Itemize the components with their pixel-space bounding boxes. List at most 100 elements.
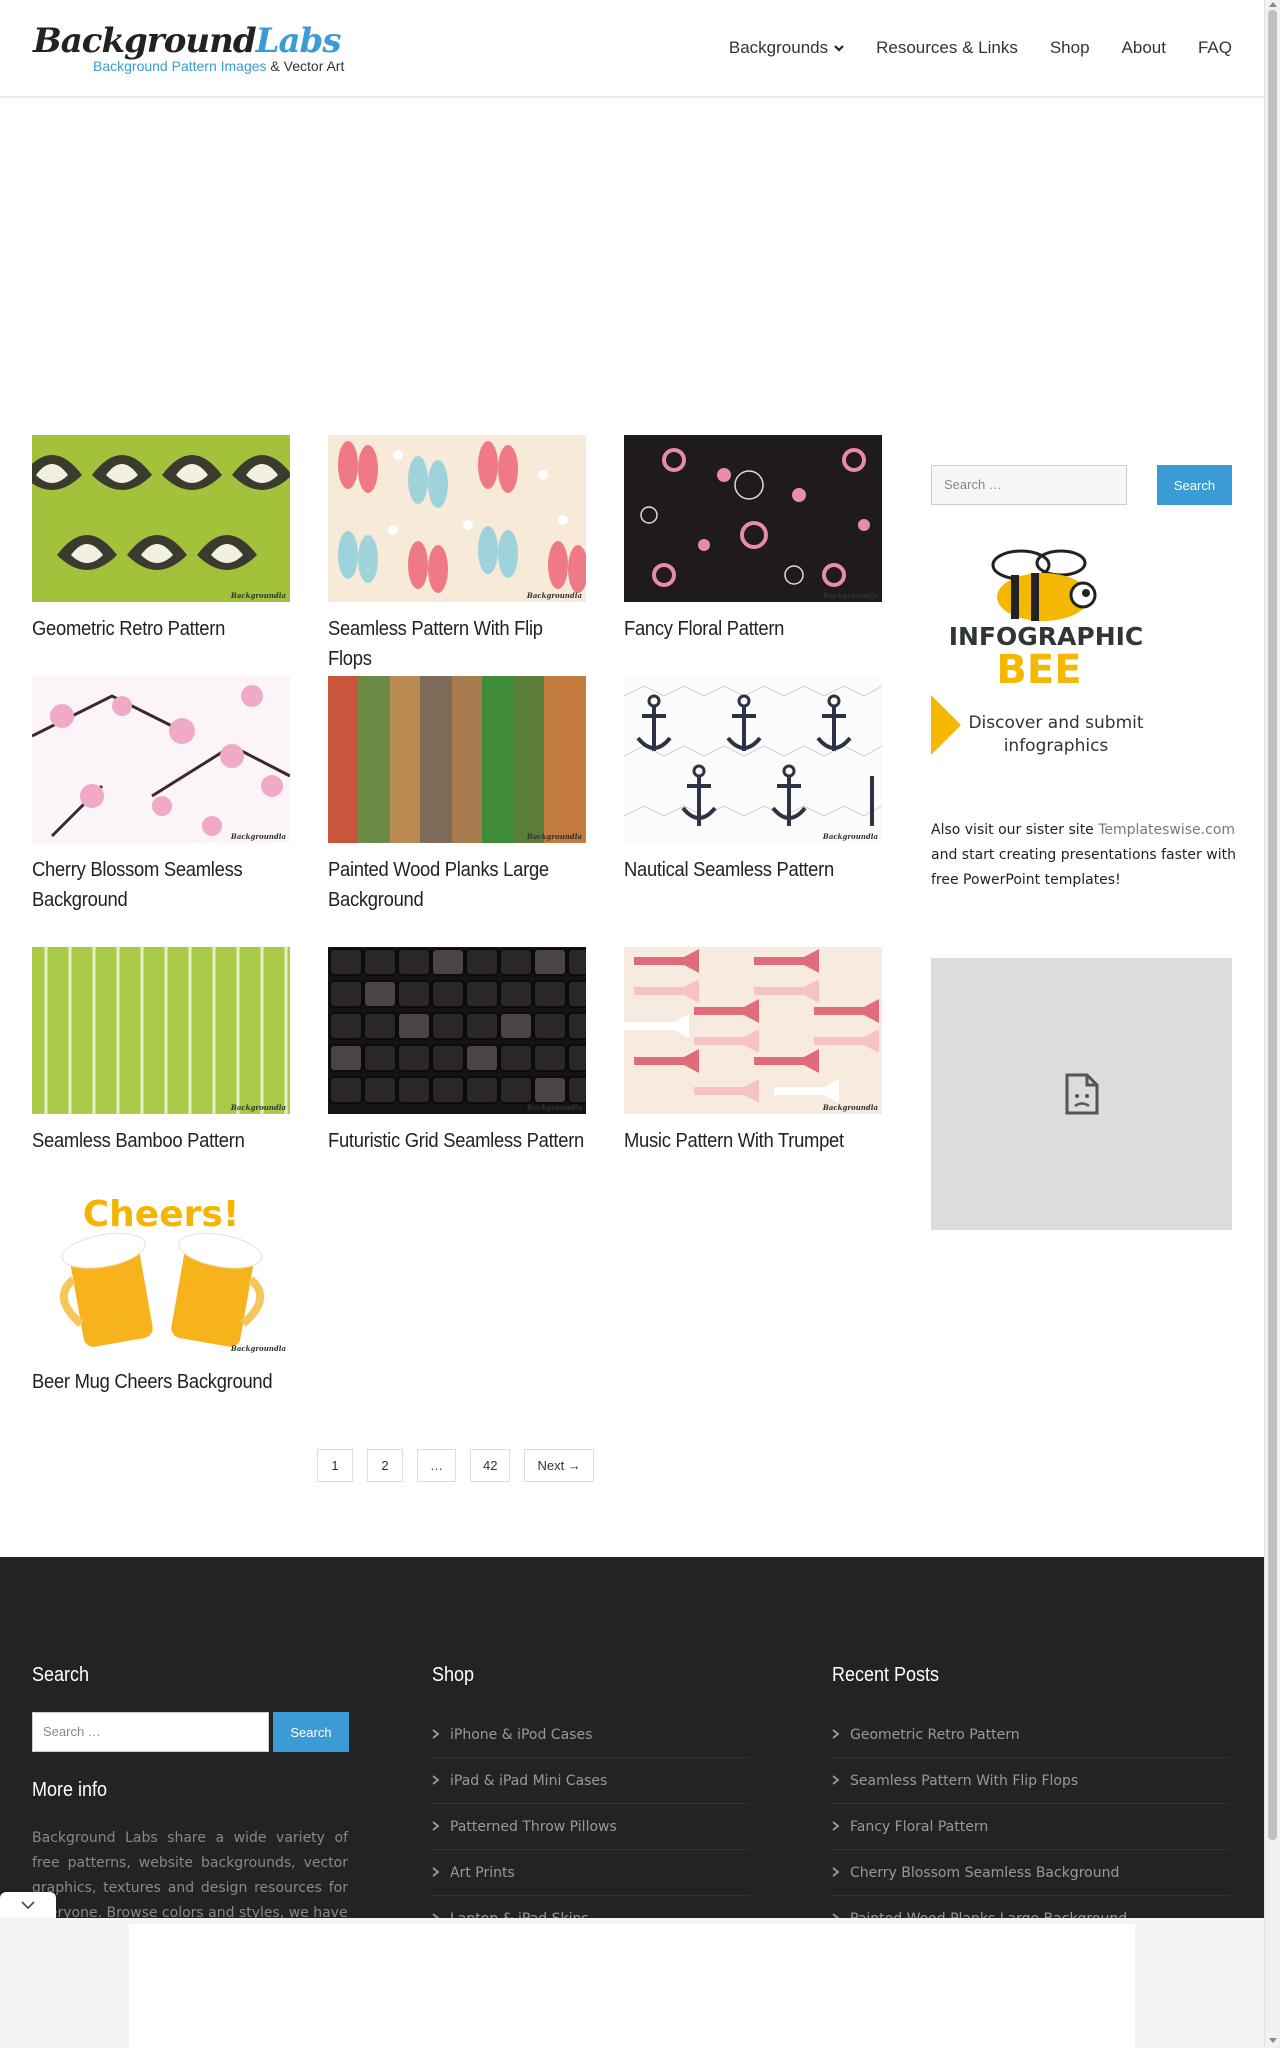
chevron-right-icon	[832, 1775, 840, 1785]
post-thumbnail[interactable]: Backgroundla	[32, 435, 290, 602]
post-thumbnail[interactable]: Backgroundla	[32, 676, 290, 843]
nav-item-faq[interactable]: FAQ	[1198, 38, 1232, 58]
nav-item-about[interactable]: About	[1122, 38, 1166, 58]
post-title[interactable]: Seamless Pattern With Flip Flops	[328, 614, 586, 674]
post-card: Cheers! Backgroundla Beer Mug Cheers Bac…	[32, 1188, 290, 1397]
post-card: Backgroundla Nautical Seamless Pattern	[624, 676, 882, 885]
trumpet-pattern-image	[624, 947, 882, 1114]
post-card: Backgroundla Seamless Bamboo Pattern	[32, 947, 290, 1156]
footer-shop-heading: Shop	[432, 1664, 475, 1686]
footer-search-heading: Search	[32, 1664, 90, 1686]
post-card: Backgroundla Painted Wood Planks Large B…	[328, 676, 586, 915]
sister-text-b: and start creating presentations faster …	[931, 847, 1236, 888]
post-card: Backgroundla Music Pattern With Trumpet	[624, 947, 882, 1156]
site-logo[interactable]: BackgroundLabs Background Pattern Images…	[33, 22, 344, 82]
post-thumbnail[interactable]: Backgroundla	[328, 676, 586, 843]
post-title[interactable]: Painted Wood Planks Large Background	[328, 855, 586, 915]
flip-flops-image	[328, 435, 586, 602]
footer-search-button[interactable]: Search	[273, 1712, 349, 1752]
page-scrollbar[interactable]	[1264, 0, 1280, 2048]
chevron-down-icon	[834, 45, 844, 52]
footer-recent-item[interactable]: Geometric Retro Pattern	[832, 1712, 1230, 1758]
chevron-right-icon	[832, 1867, 840, 1877]
post-title[interactable]: Futuristic Grid Seamless Pattern	[328, 1126, 586, 1156]
main-nav: Backgrounds Resources & Links Shop About…	[729, 38, 1264, 58]
footer-more-info-text: Background Labs share a wide variety of …	[32, 1830, 348, 1921]
ad-collapse-tab[interactable]	[0, 1892, 56, 1918]
bee-title-2: BEE	[996, 647, 1081, 693]
infographic-bee-logo: INFOGRAPHIC BEE Discover and submit info…	[931, 549, 1144, 756]
scroll-down-arrow-icon[interactable]	[1269, 2038, 1277, 2043]
footer-recent-heading: Recent Posts	[832, 1664, 940, 1686]
post-card: Backgroundla Fancy Floral Pattern	[624, 435, 882, 644]
footer-shop-label: iPad & iPad Mini Cases	[450, 1772, 608, 1789]
footer-search-input[interactable]: Search …	[32, 1712, 269, 1752]
bamboo-image	[32, 947, 290, 1114]
post-card: Backgroundla Seamless Pattern With Flip …	[328, 435, 586, 674]
nav-item-resources[interactable]: Resources & Links	[876, 38, 1018, 58]
post-thumbnail[interactable]: Cheers! Backgroundla	[32, 1188, 290, 1355]
broken-document-icon	[1065, 1073, 1098, 1115]
footer-recent-label: Geometric Retro Pattern	[850, 1726, 1020, 1743]
nav-item-shop[interactable]: Shop	[1050, 38, 1090, 58]
post-thumbnail[interactable]: Backgroundla	[328, 435, 586, 602]
next-page-button[interactable]: Next →	[524, 1449, 594, 1482]
footer-recent-item[interactable]: Seamless Pattern With Flip Flops	[832, 1758, 1230, 1804]
footer-recent-item[interactable]: Fancy Floral Pattern	[832, 1804, 1230, 1850]
thumb-watermark: Backgroundla	[230, 832, 286, 841]
footer-shop-item[interactable]: Patterned Throw Pillows	[432, 1804, 750, 1850]
page-1-button[interactable]: 1	[317, 1449, 353, 1482]
bottom-ad-slot[interactable]	[129, 1924, 1135, 2048]
thumb-watermark: Backgroundla	[822, 591, 878, 600]
footer-recent-item[interactable]: Cherry Blossom Seamless Background	[832, 1850, 1230, 1896]
scroll-up-arrow-icon[interactable]	[1269, 2, 1277, 7]
post-thumbnail[interactable]: Backgroundla	[624, 676, 882, 843]
wood-planks-image	[328, 676, 586, 843]
sister-site-text: Also visit our sister site Templateswise…	[931, 818, 1236, 893]
page-42-button[interactable]: 42	[470, 1449, 511, 1482]
post-card: Backgroundla Cherry Blossom Seamless Bac…	[32, 676, 290, 915]
post-title[interactable]: Music Pattern With Trumpet	[624, 1126, 882, 1156]
post-thumbnail[interactable]: Backgroundla	[624, 947, 882, 1114]
footer-shop-item[interactable]: Art Prints	[432, 1850, 750, 1896]
fancy-floral-image	[624, 435, 882, 602]
post-title[interactable]: Fancy Floral Pattern	[624, 614, 882, 644]
nav-item-backgrounds[interactable]: Backgrounds	[729, 38, 844, 58]
scrollbar-thumb[interactable]	[1268, 10, 1277, 1840]
footer-more-info-heading: More info	[32, 1779, 108, 1801]
footer-shop-list: iPhone & iPod Cases iPad & iPad Mini Cas…	[432, 1712, 750, 1942]
post-title[interactable]: Geometric Retro Pattern	[32, 614, 290, 644]
post-card: Backgroundla Futuristic Grid Seamless Pa…	[328, 947, 586, 1156]
logo-tagline: Background Pattern Images & Vector Art	[93, 58, 344, 74]
footer-recent-label: Seamless Pattern With Flip Flops	[850, 1772, 1079, 1789]
bee-tag-2: infographics	[1004, 736, 1109, 756]
sister-text-a: Also visit our sister site	[931, 822, 1099, 838]
post-thumbnail[interactable]: Backgroundla	[328, 947, 586, 1114]
chevron-right-icon	[832, 1729, 840, 1739]
geometric-retro-image	[32, 435, 290, 602]
post-thumbnail[interactable]: Backgroundla	[624, 435, 882, 602]
post-thumbnail[interactable]: Backgroundla	[32, 947, 290, 1114]
post-title[interactable]: Seamless Bamboo Pattern	[32, 1126, 290, 1156]
thumb-watermark: Backgroundla	[230, 1103, 286, 1112]
chevron-right-icon	[432, 1867, 440, 1877]
post-title[interactable]: Beer Mug Cheers Background	[32, 1367, 290, 1397]
thumb-watermark: Backgroundla	[526, 1103, 582, 1112]
thumb-watermark: Backgroundla	[526, 591, 582, 600]
sister-site-link[interactable]: Templateswise.com	[1098, 822, 1235, 838]
nav-backgrounds-label: Backgrounds	[728, 38, 829, 57]
sidebar-search-input[interactable]: Search …	[931, 465, 1127, 505]
beer-cheers-text: Cheers!	[83, 1194, 239, 1235]
bottom-ad-bar	[0, 1918, 1264, 2048]
thumb-watermark: Backgroundla	[822, 1103, 878, 1112]
chevron-right-icon	[432, 1821, 440, 1831]
page-2-button[interactable]: 2	[367, 1449, 403, 1482]
site-header: BackgroundLabs Background Pattern Images…	[0, 0, 1264, 97]
sidebar-search-button[interactable]: Search	[1157, 465, 1232, 505]
footer-shop-item[interactable]: iPad & iPad Mini Cases	[432, 1758, 750, 1804]
post-title[interactable]: Nautical Seamless Pattern	[624, 855, 882, 885]
chevron-right-icon	[432, 1729, 440, 1739]
footer-shop-item[interactable]: iPhone & iPod Cases	[432, 1712, 750, 1758]
infographic-bee-ad[interactable]: INFOGRAPHIC BEE Discover and submit info…	[931, 540, 1161, 770]
post-title[interactable]: Cherry Blossom Seamless Background	[32, 855, 290, 915]
